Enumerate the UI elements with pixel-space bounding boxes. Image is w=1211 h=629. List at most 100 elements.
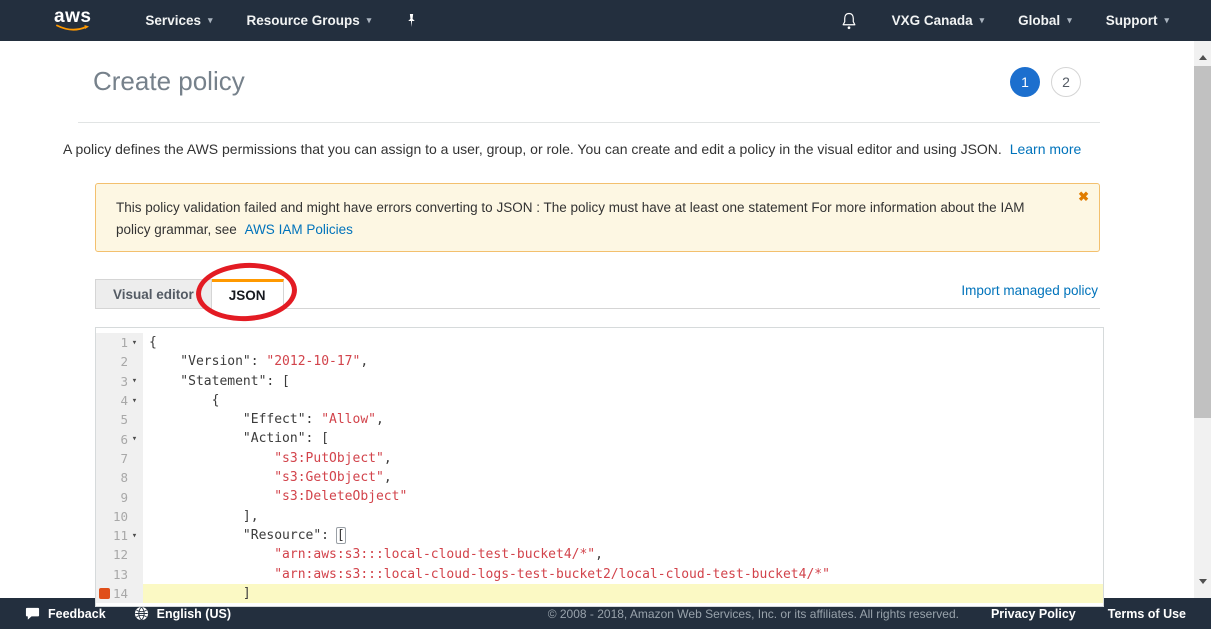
gutter-cell: 9 [96,487,143,506]
code-line[interactable]: 5 "Effect": "Allow", [96,410,1103,429]
line-number: 12 [113,547,128,562]
learn-more-link[interactable]: Learn more [1010,141,1082,157]
gutter-cell: 11▾ [96,526,143,545]
intro-text-body: A policy defines the AWS permissions tha… [63,141,1002,157]
code-text[interactable]: "Resource": [ [143,526,1103,545]
line-number: 11 [113,528,128,543]
privacy-policy-link[interactable]: Privacy Policy [991,607,1076,621]
code-text[interactable]: "Effect": "Allow", [143,410,1103,429]
code-text[interactable]: ], [143,507,1103,526]
code-line[interactable]: 10 ], [96,507,1103,526]
fold-arrow-icon[interactable]: ▾ [129,531,140,541]
chevron-down-icon: ▾ [367,16,372,25]
chevron-down-icon: ▾ [208,16,213,25]
gutter-cell: 4▾ [96,391,143,410]
json-editor[interactable]: 1▾{2 "Version": "2012-10-17",3▾ "Stateme… [95,327,1104,607]
nav-services-label: Services [145,13,201,28]
top-navigation: aws Services ▾ Resource Groups ▾ VXG Can… [0,0,1211,41]
nav-account[interactable]: VXG Canada ▾ [892,13,985,28]
code-line[interactable]: 7 "s3:PutObject", [96,449,1103,468]
tab-json[interactable]: JSON [212,279,284,309]
chevron-down-icon: ▾ [980,16,985,25]
code-text[interactable]: "arn:aws:s3:::local-cloud-test-bucket4/*… [143,545,1103,564]
fold-arrow-icon[interactable]: ▾ [129,338,140,348]
scroll-up-icon[interactable] [1194,55,1211,60]
step-indicator-2[interactable]: 2 [1051,67,1081,97]
code-line[interactable]: 2 "Version": "2012-10-17", [96,352,1103,371]
step-indicator-1[interactable]: 1 [1010,67,1040,97]
footer-right-group: © 2008 - 2018, Amazon Web Services, Inc.… [548,607,1186,621]
intro-text: A policy defines the AWS permissions tha… [63,141,1163,157]
nav-resource-groups[interactable]: Resource Groups ▾ [247,13,372,28]
bell-icon [840,11,858,31]
code-text[interactable]: "Statement": [ [143,372,1103,391]
code-text[interactable]: "s3:PutObject", [143,449,1103,468]
gutter-cell: 3▾ [96,372,143,391]
scroll-down-icon[interactable] [1194,579,1211,584]
aws-iam-policies-link[interactable]: AWS IAM Policies [245,222,353,237]
aws-logo[interactable]: aws [54,9,91,32]
feedback-button[interactable]: Feedback [25,606,106,621]
line-number: 9 [120,490,128,505]
close-icon[interactable]: ✖ [1078,189,1089,205]
gutter-cell: 6▾ [96,429,143,448]
gutter-cell: 1▾ [96,333,143,352]
code-text[interactable]: { [143,391,1103,410]
fold-arrow-icon[interactable]: ▾ [129,396,140,406]
error-marker-icon [99,588,110,599]
line-number: 1 [120,335,128,350]
tab-visual-editor[interactable]: Visual editor [95,279,212,308]
gutter-cell: 2 [96,352,143,371]
nav-resource-groups-label: Resource Groups [247,13,360,28]
fold-arrow-icon[interactable]: ▾ [129,376,140,386]
copyright-text: © 2008 - 2018, Amazon Web Services, Inc.… [548,607,959,621]
code-line[interactable]: 11▾ "Resource": [ [96,526,1103,545]
import-managed-policy-link[interactable]: Import managed policy [961,283,1098,298]
line-number: 2 [120,354,128,369]
code-line[interactable]: 14 ] [96,584,1103,603]
pin-icon [405,13,418,28]
code-line[interactable]: 12 "arn:aws:s3:::local-cloud-test-bucket… [96,545,1103,564]
code-line[interactable]: 9 "s3:DeleteObject" [96,487,1103,506]
code-text[interactable]: "s3:GetObject", [143,468,1103,487]
code-line[interactable]: 8 "s3:GetObject", [96,468,1103,487]
nav-services[interactable]: Services ▾ [145,13,212,28]
page-title: Create policy [93,66,245,97]
language-selector[interactable]: English (US) [134,606,231,621]
code-lines: 1▾{2 "Version": "2012-10-17",3▾ "Stateme… [96,328,1103,603]
code-line[interactable]: 13 "arn:aws:s3:::local-cloud-logs-test-b… [96,565,1103,584]
code-text[interactable]: ] [143,584,1103,603]
code-line[interactable]: 1▾{ [96,333,1103,352]
scrollbar-thumb[interactable] [1194,66,1211,418]
globe-icon [134,606,149,621]
code-line[interactable]: 3▾ "Statement": [ [96,372,1103,391]
page-scrollbar[interactable] [1194,41,1211,598]
code-text[interactable]: "Version": "2012-10-17", [143,352,1103,371]
step-indicators: 1 2 [1010,67,1081,97]
notifications-button[interactable] [840,11,858,31]
feedback-label: Feedback [48,607,106,621]
gutter-cell: 10 [96,507,143,526]
nav-region-label: Global [1018,13,1060,28]
aws-smile-icon [56,24,90,32]
gutter-cell: 13 [96,565,143,584]
language-label: English (US) [157,607,231,621]
line-number: 8 [120,470,128,485]
line-number: 3 [120,374,128,389]
code-line[interactable]: 4▾ { [96,391,1103,410]
code-text[interactable]: "Action": [ [143,429,1103,448]
warning-banner: ✖ This policy validation failed and migh… [95,183,1100,252]
code-text[interactable]: { [143,333,1103,352]
pinned-shortcuts-button[interactable] [405,13,418,28]
code-text[interactable]: "s3:DeleteObject" [143,487,1103,506]
nav-support[interactable]: Support ▾ [1106,13,1169,28]
aws-logo-text: aws [54,9,91,24]
terms-of-use-link[interactable]: Terms of Use [1108,607,1186,621]
nav-region[interactable]: Global ▾ [1018,13,1072,28]
code-text[interactable]: "arn:aws:s3:::local-cloud-logs-test-buck… [143,565,1103,584]
fold-arrow-icon[interactable]: ▾ [129,434,140,444]
chevron-down-icon: ▾ [1067,16,1072,25]
gutter-cell: 7 [96,449,143,468]
code-line[interactable]: 6▾ "Action": [ [96,429,1103,448]
line-number: 13 [113,567,128,582]
